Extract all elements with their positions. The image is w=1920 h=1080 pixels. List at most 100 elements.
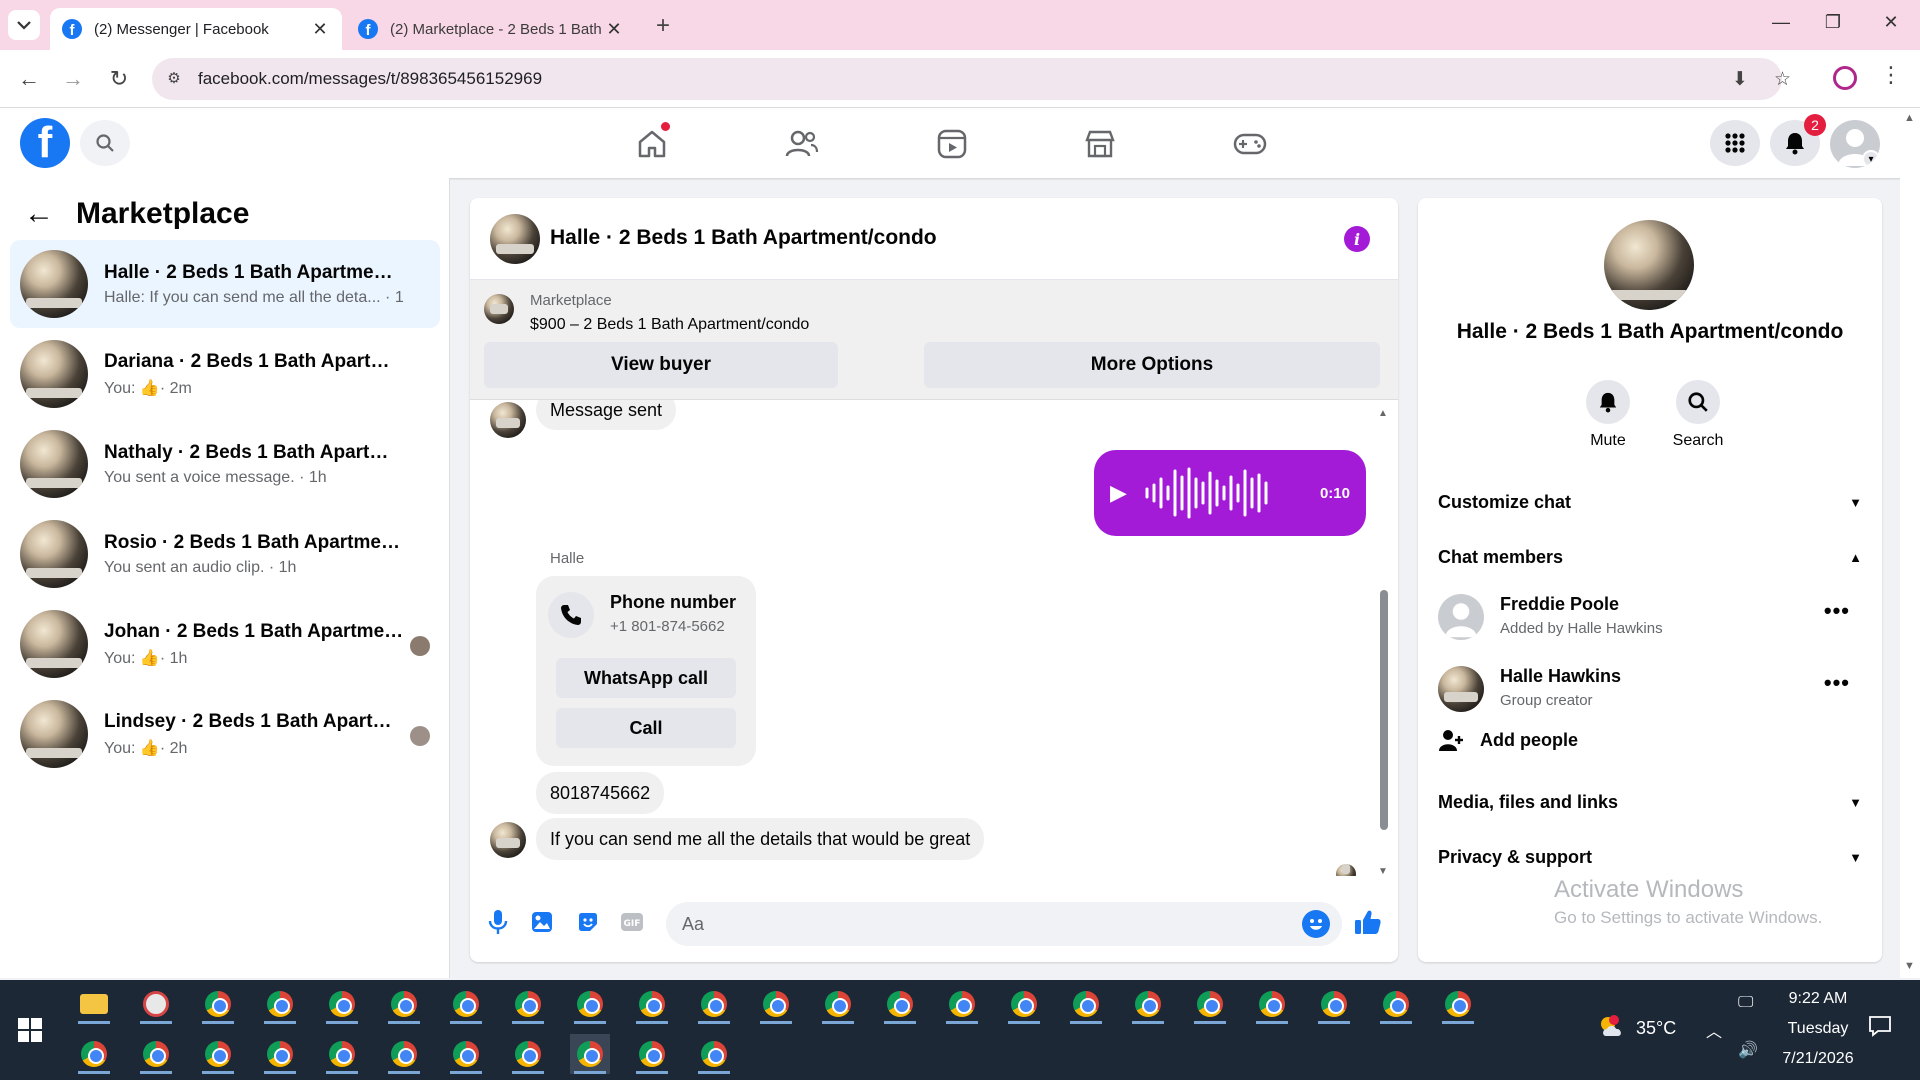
member-row[interactable]: Freddie Poole Added by Halle Hawkins ••• (1438, 588, 1862, 644)
chrome-window-icon[interactable] (756, 984, 796, 1024)
conversation-item[interactable]: Johan · 2 Beds 1 Bath Apartmen... You: 👍… (10, 600, 440, 688)
info-icon[interactable]: i (1344, 226, 1370, 252)
more-options-button[interactable]: More Options (924, 342, 1380, 388)
install-app-icon[interactable]: ⬇ (1732, 68, 1748, 91)
chrome-window-icon[interactable] (1004, 984, 1044, 1024)
chrome-window-icon[interactable] (694, 1034, 734, 1074)
sticker-icon[interactable] (574, 908, 602, 936)
back-arrow-icon[interactable]: ← (24, 197, 54, 231)
chrome-window-icon[interactable] (198, 1034, 238, 1074)
conversation-item[interactable]: Dariana · 2 Beds 1 Bath Apartment... You… (10, 330, 440, 418)
close-window-button[interactable]: ✕ (1876, 12, 1906, 33)
new-tab-button[interactable]: + (650, 12, 676, 40)
nav-gaming[interactable] (1228, 124, 1272, 164)
file-explorer-icon[interactable] (74, 984, 114, 1024)
chrome-window-icon[interactable] (384, 1034, 424, 1074)
photo-icon[interactable] (528, 908, 556, 936)
clock-date[interactable]: 7/21/2026 (1772, 1050, 1864, 1068)
chrome-window-icon[interactable] (570, 1034, 610, 1074)
tab-marketplace[interactable]: f (2) Marketplace - 2 Beds 1 Bath ✕ (346, 8, 636, 50)
conversation-item[interactable]: Lindsey · 2 Beds 1 Bath Apartme... You: … (10, 690, 440, 778)
notification-center-icon[interactable] (1868, 1014, 1892, 1043)
nav-watch[interactable] (930, 124, 974, 164)
chrome-window-icon[interactable] (818, 984, 858, 1024)
chrome-window-icon[interactable] (446, 1034, 486, 1074)
chrome-window-icon[interactable] (74, 1034, 114, 1074)
tab-messenger[interactable]: f (2) Messenger | Facebook ✕ (50, 8, 342, 50)
chrome-window-icon[interactable] (260, 1034, 300, 1074)
tab-search-button[interactable] (8, 10, 40, 40)
whatsapp-call-button[interactable]: WhatsApp call (556, 658, 736, 698)
voice-message[interactable]: ▶ 0:10 (1094, 450, 1366, 536)
chat-members-section[interactable]: Chat members ▲ (1438, 539, 1862, 575)
chrome-window-icon[interactable] (198, 984, 238, 1024)
omnibox[interactable]: ⚙ facebook.com/messages/t/89836545615296… (152, 58, 1791, 100)
weather-icon[interactable] (1598, 1014, 1628, 1045)
close-tab-icon[interactable]: ✕ (604, 19, 624, 40)
scroll-down-icon[interactable]: ▼ (1378, 866, 1388, 876)
emoji-icon[interactable] (1302, 910, 1330, 938)
call-button[interactable]: Call (556, 708, 736, 748)
chrome-window-icon[interactable] (1376, 984, 1416, 1024)
nav-home[interactable] (630, 122, 674, 164)
nav-marketplace[interactable] (1078, 124, 1122, 164)
chrome-window-icon[interactable] (322, 984, 362, 1024)
microphone-icon[interactable] (484, 908, 512, 936)
page-scrollbar[interactable]: ▲ ▼ (1900, 108, 1920, 978)
nav-friends[interactable] (780, 124, 824, 164)
url-text[interactable]: facebook.com/messages/t/898365456152969 (198, 69, 542, 89)
back-button[interactable]: ← (14, 64, 44, 94)
temperature[interactable]: 35°C (1636, 1018, 1676, 1039)
scroll-up-icon[interactable]: ▲ (1904, 112, 1915, 124)
media-section[interactable]: Media, files and links ▼ (1438, 784, 1862, 820)
chrome-window-icon[interactable] (322, 1034, 362, 1074)
chat-avatar[interactable] (490, 214, 540, 264)
clock-day[interactable]: Tuesday (1778, 1020, 1858, 1038)
message-input[interactable] (682, 912, 1262, 936)
windows-start-icon[interactable] (18, 1018, 42, 1042)
restore-button[interactable]: ❐ (1818, 12, 1848, 33)
member-row[interactable]: Halle Hawkins Group creator ••• (1438, 660, 1862, 716)
scroll-down-icon[interactable]: ▼ (1904, 960, 1915, 972)
notifications-button[interactable]: 2 (1770, 114, 1826, 166)
more-options-icon[interactable]: ••• (1824, 670, 1850, 696)
chrome-window-icon[interactable] (942, 984, 982, 1024)
site-info-icon[interactable]: ⚙ (164, 69, 184, 89)
facebook-logo-icon[interactable]: f (20, 118, 70, 168)
mute-button[interactable] (1586, 380, 1630, 424)
chrome-window-icon[interactable] (1128, 984, 1168, 1024)
minimize-button[interactable]: — (1766, 12, 1796, 33)
conversation-item[interactable]: Halle · 2 Beds 1 Bath Apartment/c... Hal… (10, 240, 440, 328)
browser-menu-icon[interactable]: ⋮ (1880, 62, 1902, 88)
network-icon[interactable]: 🖵 (1738, 994, 1753, 1012)
chat-title[interactable]: Halle · 2 Beds 1 Bath Apartment/condo (550, 226, 937, 250)
chrome-window-icon[interactable] (1066, 984, 1106, 1024)
mute-action[interactable]: Mute (1568, 380, 1648, 450)
privacy-section[interactable]: Privacy & support ▼ (1438, 839, 1862, 875)
menu-button[interactable] (1710, 120, 1760, 166)
chrome-window-icon[interactable] (1314, 984, 1354, 1024)
chrome-window-icon[interactable] (1252, 984, 1292, 1024)
chrome-window-icon[interactable] (260, 984, 300, 1024)
account-avatar[interactable]: ▾ (1830, 120, 1880, 168)
chrome-window-icon[interactable] (136, 1034, 176, 1074)
gif-icon[interactable]: GIF (618, 908, 646, 936)
bookmark-star-icon[interactable]: ☆ (1774, 68, 1791, 91)
conversation-item[interactable]: Nathaly · 2 Beds 1 Bath Apartment... You… (10, 420, 440, 508)
listing-summary[interactable]: $900 – 2 Beds 1 Bath Apartment/condo (530, 316, 809, 334)
chrome-window-icon[interactable] (384, 984, 424, 1024)
more-options-icon[interactable]: ••• (1824, 598, 1850, 624)
chrome-window-icon[interactable] (570, 984, 610, 1024)
chrome-window-icon[interactable] (446, 984, 486, 1024)
chat-scrollbar[interactable]: ▲ ▼ (1378, 408, 1388, 876)
play-icon[interactable]: ▶ (1110, 480, 1127, 506)
chrome-window-icon[interactable] (508, 1034, 548, 1074)
reload-button[interactable]: ↻ (104, 64, 134, 94)
volume-icon[interactable]: 🔊 (1738, 1040, 1758, 1060)
add-people-button[interactable]: Add people (1438, 728, 1578, 752)
like-button[interactable] (1354, 908, 1382, 936)
show-hidden-icons[interactable]: ︿ (1706, 1018, 1722, 1042)
chrome-window-icon[interactable] (508, 984, 548, 1024)
chrome-window-icon[interactable] (632, 984, 672, 1024)
snipping-tool-icon[interactable] (136, 984, 176, 1024)
